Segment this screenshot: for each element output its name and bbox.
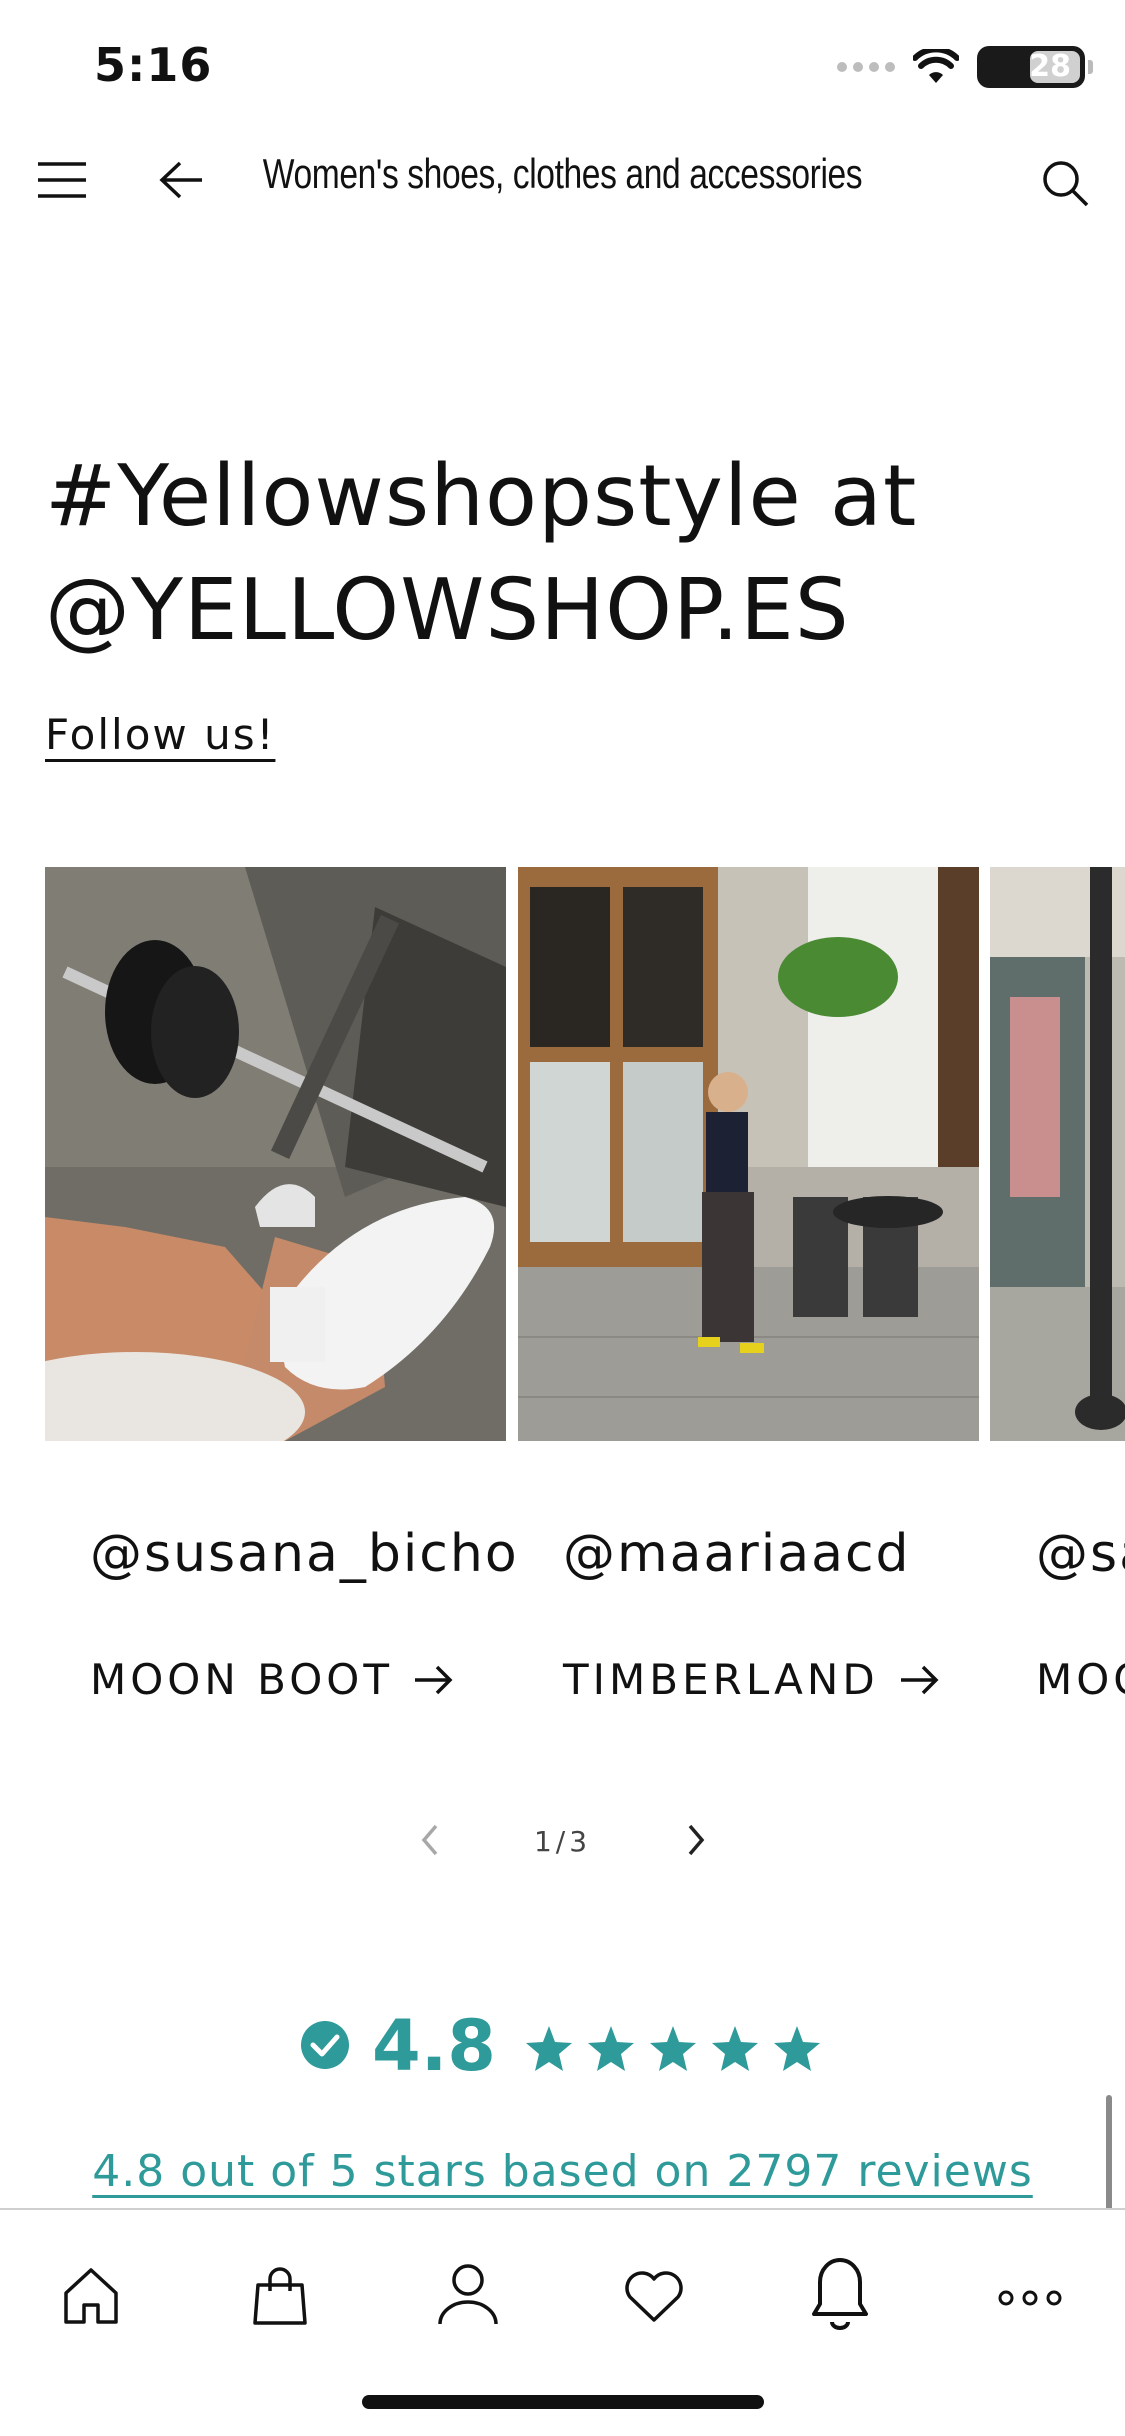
more-icon xyxy=(998,2290,1062,2306)
card-2-brand-link[interactable]: TIMBERLAND xyxy=(563,1655,939,1704)
star-icon xyxy=(774,2026,820,2071)
card-2-username[interactable]: @maariaacd xyxy=(563,1524,911,1584)
follow-us-link[interactable]: Follow us! xyxy=(45,710,275,759)
arrow-right-icon xyxy=(414,1665,453,1694)
check-circle-icon xyxy=(301,2021,349,2069)
card-1-username[interactable]: @susana_bicho xyxy=(90,1524,519,1584)
star-icon xyxy=(650,2026,696,2071)
star-rating xyxy=(524,2024,822,2074)
gallery-photo-3[interactable] xyxy=(990,867,1125,1441)
page-title: Women's shoes, clothes and accessories xyxy=(262,150,863,197)
card-3-brand: MOO xyxy=(1036,1655,1125,1704)
tab-home[interactable] xyxy=(60,2265,122,2331)
gallery-photo-2[interactable] xyxy=(518,867,979,1441)
home-indicator xyxy=(362,2395,764,2409)
pager-counter: 1/3 xyxy=(533,1825,592,1858)
hamburger-menu-icon xyxy=(38,162,86,198)
star-icon xyxy=(526,2026,572,2071)
tab-account[interactable] xyxy=(436,2262,500,2330)
wifi-icon xyxy=(913,49,959,83)
tab-notifications[interactable] xyxy=(810,2256,870,2334)
section-heading: #Yellowshopstyle at @YELLOWSHOP.ES xyxy=(45,440,917,668)
gym-sneakers-photo xyxy=(45,867,506,1441)
tab-more[interactable] xyxy=(998,2290,1062,2310)
tab-wishlist[interactable] xyxy=(622,2270,686,2328)
storefront-photo xyxy=(518,867,979,1441)
gallery-photo-1[interactable] xyxy=(45,867,506,1441)
pager-next-button[interactable] xyxy=(682,1822,710,1862)
card-2-brand: TIMBERLAND xyxy=(563,1655,879,1704)
bell-icon xyxy=(812,2258,868,2330)
search-button[interactable] xyxy=(1040,158,1090,208)
card-1-brand-link[interactable]: MOON BOOT xyxy=(90,1655,453,1704)
card-1-brand: MOON BOOT xyxy=(90,1655,393,1704)
battery-level: 28 xyxy=(1029,49,1071,84)
status-indicators: 28 xyxy=(837,46,1093,88)
heart-icon xyxy=(625,2271,683,2322)
status-time: 5:16 xyxy=(94,38,213,92)
verified-badge xyxy=(300,2020,350,2074)
star-icon xyxy=(588,2026,634,2071)
arrow-right-icon xyxy=(900,1665,939,1694)
user-icon xyxy=(438,2264,498,2325)
star-icon xyxy=(712,2026,758,2071)
street-lamp-photo xyxy=(990,867,1125,1441)
chevron-right-icon xyxy=(688,1824,705,1856)
card-3-brand-link[interactable]: MOO xyxy=(1036,1655,1125,1704)
tab-shop[interactable] xyxy=(250,2265,310,2331)
menu-button[interactable] xyxy=(36,160,88,200)
search-icon xyxy=(1043,161,1089,207)
reviews-link[interactable]: 4.8 out of 5 stars based on 2797 reviews xyxy=(0,2146,1125,2197)
cellular-signal-icon xyxy=(837,62,895,72)
heading-line-1: #Yellowshopstyle at xyxy=(45,447,918,546)
home-icon xyxy=(64,2268,118,2324)
rating-value: 4.8 xyxy=(372,2005,497,2087)
battery-icon: 28 xyxy=(977,46,1093,88)
card-3-username[interactable]: @sa xyxy=(1036,1524,1125,1584)
heading-line-2: @YELLOWSHOP.ES xyxy=(45,561,850,660)
shopping-bag-icon xyxy=(253,2267,307,2325)
